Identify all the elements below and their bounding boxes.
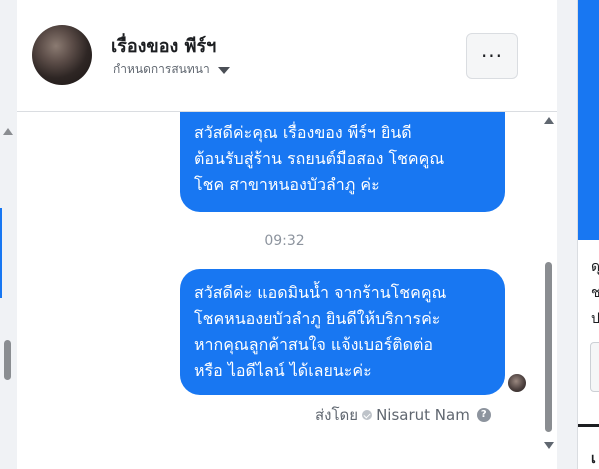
message-line: สวัสดีค่ะคุณ เรื่องของ พีร์ฯ ยินดี xyxy=(194,123,412,142)
message-bubble[interactable]: สวัสดีค่ะคุณ เรื่องของ พีร์ฯ ยินดี ต้อนร… xyxy=(180,112,505,212)
message-timestamp: 09:32 xyxy=(264,233,305,249)
right-panel-text: เ xyxy=(591,451,596,467)
sent-by-info: ส่งโดย Nisarut Nam ? xyxy=(315,403,491,427)
sender-name[interactable]: Nisarut Nam xyxy=(376,406,470,424)
contact-avatar[interactable] xyxy=(32,25,92,85)
message-line: โชคหนองยบัวลำภู ยินดีให้บริการค่ะ xyxy=(194,309,441,328)
right-side-panel: ดุ ช ป เ xyxy=(577,0,599,469)
right-panel-text: ดุ xyxy=(591,256,599,278)
message-list: สวัสดีค่ะคุณ เรื่องของ พีร์ฯ ยินดี ต้อนร… xyxy=(17,112,557,469)
chat-scroll-down-icon[interactable] xyxy=(544,442,554,449)
chat-scroll-up-icon[interactable] xyxy=(544,117,554,124)
right-panel-box[interactable] xyxy=(590,342,599,392)
help-icon[interactable]: ? xyxy=(476,408,491,422)
left-scroll-up-icon[interactable] xyxy=(3,128,13,135)
schedule-conversation-label: กำหนดการสนทนา xyxy=(113,62,210,76)
left-scrollbar-thumb[interactable] xyxy=(4,340,11,380)
active-marker xyxy=(0,208,2,298)
schedule-conversation-dropdown[interactable]: กำหนดการสนทนา xyxy=(113,60,230,79)
contact-name[interactable]: เรื่องของ พีร์ฯ xyxy=(111,31,216,60)
chat-panel: เรื่องของ พีร์ฯ กำหนดการสนทนา ··· สวัสดี… xyxy=(17,0,557,469)
right-panel-text: ช xyxy=(591,282,599,304)
right-panel-text: ป xyxy=(591,308,599,330)
message-bubble[interactable]: สวัสดีค่ะ แอดมินน้ำ จากร้านโชคคูณ โชคหนอ… xyxy=(180,269,505,395)
seen-avatar xyxy=(508,374,526,392)
message-line: โชค สาขาหนองบัวลำภู ค่ะ xyxy=(194,175,380,194)
more-options-button[interactable]: ··· xyxy=(466,33,518,79)
panel-gap xyxy=(557,0,577,469)
sent-by-prefix: ส่งโดย xyxy=(315,406,359,424)
message-line: หากคุณลูกค้าสนใจ แจ้งเบอร์ติดต่อ xyxy=(194,335,434,354)
right-panel-banner xyxy=(578,0,599,240)
check-icon xyxy=(362,410,373,420)
caret-down-icon xyxy=(217,67,230,74)
chat-header: เรื่องของ พีร์ฯ กำหนดการสนทนา ··· xyxy=(17,0,557,112)
message-line: สวัสดีค่ะ แอดมินน้ำ จากร้านโชคคูณ xyxy=(194,283,447,302)
message-line: ต้อนรับสู่ร้าน รถยนต์มือสอง โชคคูณ xyxy=(194,149,445,168)
chat-scrollbar-thumb[interactable] xyxy=(545,262,552,432)
message-line: หรือ ไอดีไลน์ ได้เลยนะค่ะ xyxy=(194,361,372,380)
left-page-strip xyxy=(0,0,17,469)
right-panel-divider xyxy=(578,424,599,427)
